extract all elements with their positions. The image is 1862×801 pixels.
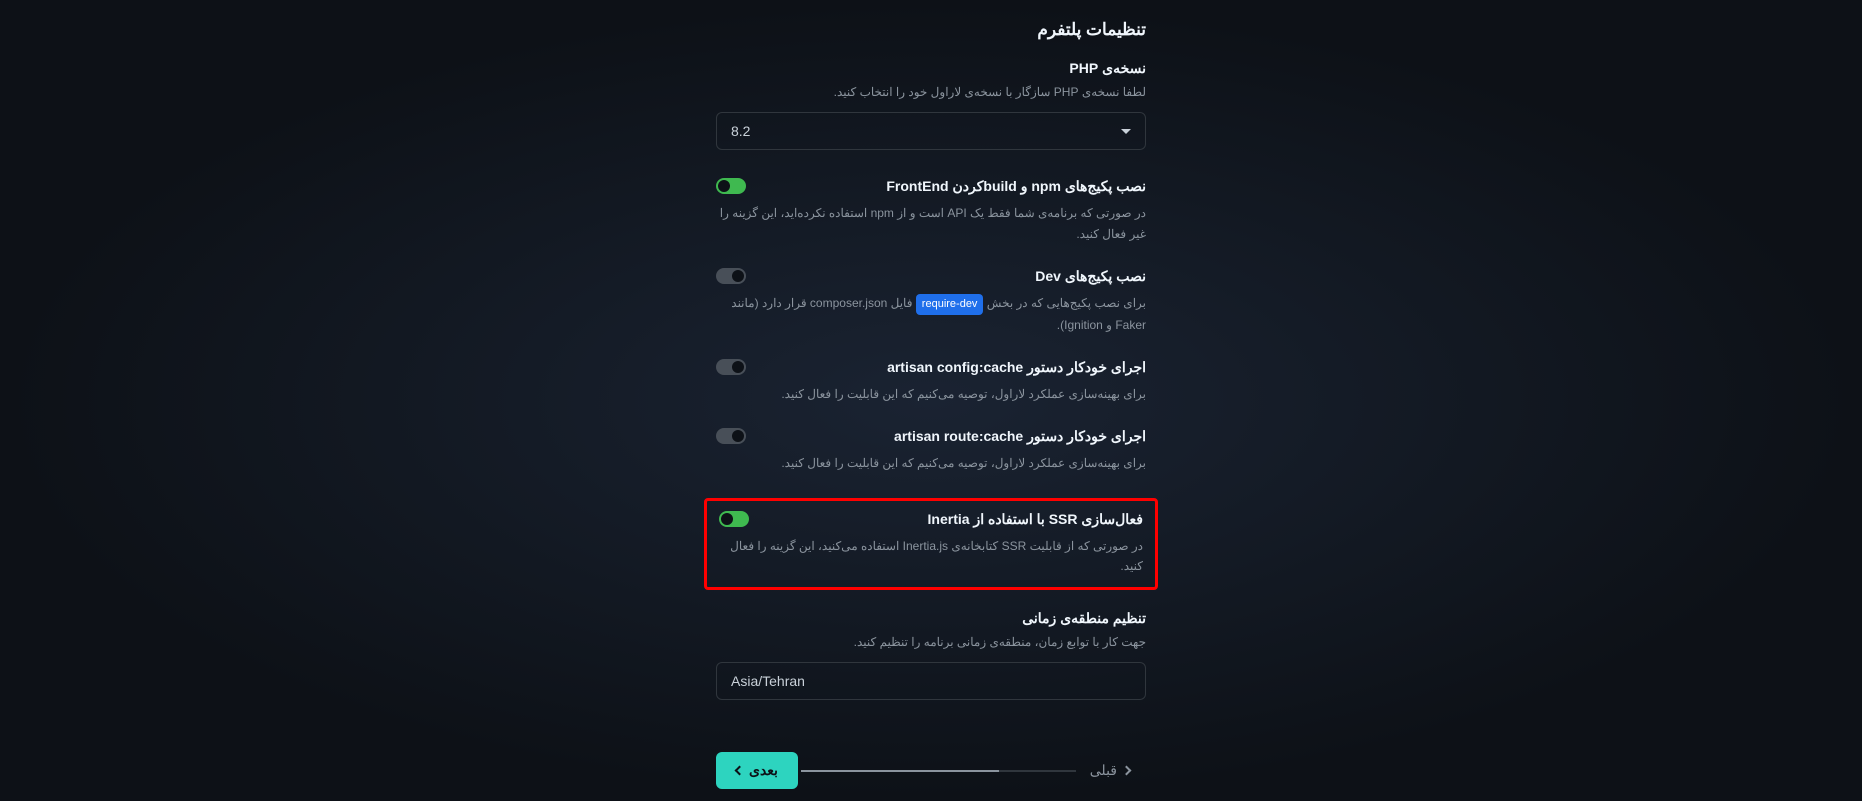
inertia-ssr-desc: در صورتی که از قابلیت SSR کتابخانه‌ی Ine… <box>719 536 1143 577</box>
npm-build-title: نصب پکیج‌های npm و buildکردن FrontEnd <box>756 178 1146 195</box>
php-version-label: نسخه‌ی PHP <box>716 60 1146 77</box>
dev-packages-title: نصب پکیج‌های Dev <box>756 268 1146 285</box>
dev-packages-toggle[interactable] <box>716 268 746 284</box>
require-dev-tag: require-dev <box>916 294 984 315</box>
php-version-value: 8.2 <box>731 123 750 139</box>
next-button[interactable]: بعدی <box>716 752 798 789</box>
route-cache-toggle[interactable] <box>716 428 746 444</box>
npm-build-toggle[interactable] <box>716 178 746 194</box>
chevron-down-icon <box>1121 129 1131 134</box>
php-version-desc: لطفا نسخه‌ی PHP سازگار با نسخه‌ی لاراول … <box>716 83 1146 102</box>
dev-packages-desc: برای نصب پکیج‌هایی که در بخش require-dev… <box>716 293 1146 335</box>
route-cache-desc: برای بهینه‌سازی عملکرد لاراول، توصیه می‌… <box>716 453 1146 473</box>
prev-button-label: قبلی <box>1090 762 1117 779</box>
npm-build-desc: در صورتی که برنامه‌ی شما فقط یک API است … <box>716 203 1146 244</box>
config-cache-toggle[interactable] <box>716 359 746 375</box>
php-version-select[interactable]: 8.2 <box>716 112 1146 150</box>
route-cache-title: اجرای خودکار دستور artisan route:cache <box>756 428 1146 445</box>
timezone-input[interactable] <box>716 662 1146 700</box>
inertia-ssr-title: فعال‌سازی SSR با استفاده از Inertia <box>759 511 1143 528</box>
inertia-ssr-toggle[interactable] <box>719 511 749 527</box>
next-button-label: بعدی <box>749 762 778 779</box>
highlighted-inertia-section: فعال‌سازی SSR با استفاده از Inertia در ص… <box>704 498 1158 590</box>
progress-bar <box>801 770 1076 772</box>
timezone-label: تنظیم منطقه‌ی زمانی <box>716 610 1146 627</box>
config-cache-desc: برای بهینه‌سازی عملکرد لاراول، توصیه می‌… <box>716 384 1146 404</box>
config-cache-title: اجرای خودکار دستور artisan config:cache <box>756 359 1146 376</box>
page-title: تنظیمات پلتفرم <box>716 20 1146 40</box>
prev-button[interactable]: قبلی <box>1074 754 1146 787</box>
timezone-desc: جهت کار با توابع زمان، منطقه‌ی زمانی برن… <box>716 633 1146 652</box>
